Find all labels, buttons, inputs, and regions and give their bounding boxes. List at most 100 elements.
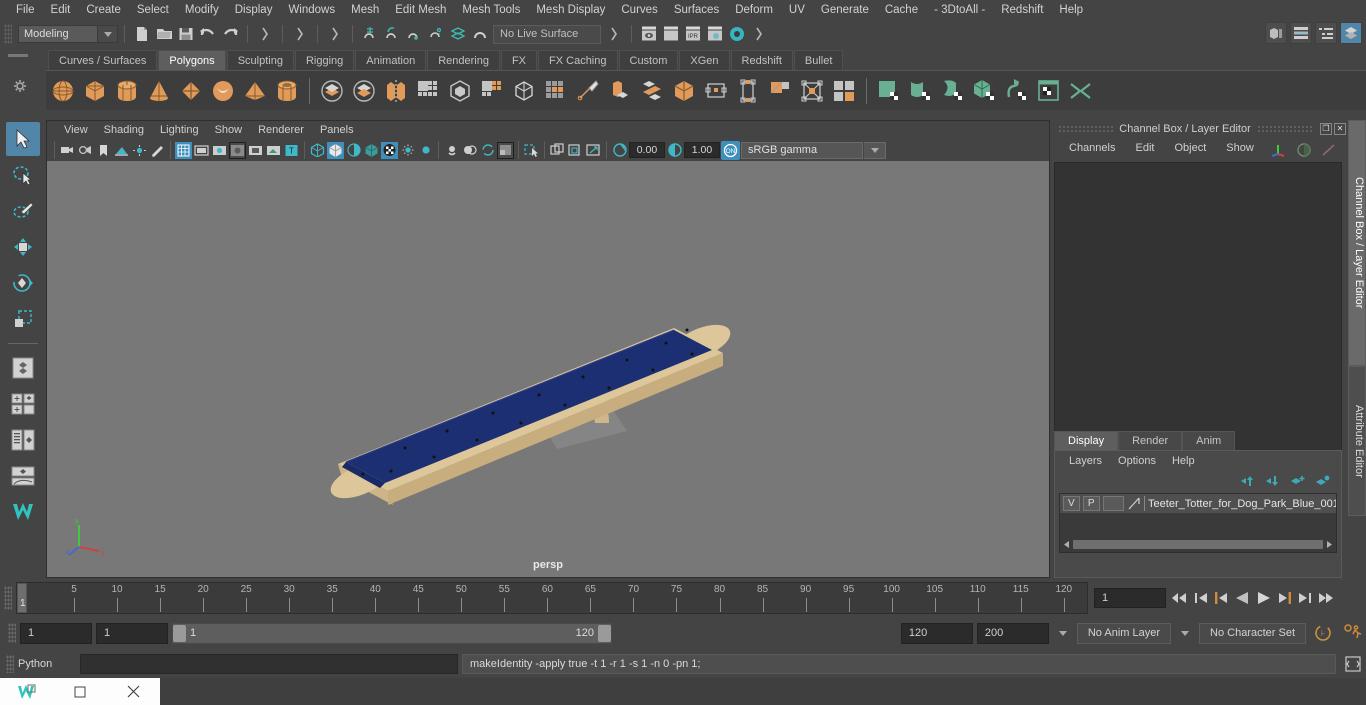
select-tool[interactable] (6, 122, 40, 156)
go-to-end-icon[interactable] (1317, 590, 1336, 606)
menu-item-edit[interactable]: Edit (43, 0, 79, 20)
save-scene-icon[interactable] (175, 23, 197, 45)
viewport-menu-lighting[interactable]: Lighting (153, 121, 206, 139)
range-slider-left-handle[interactable] (173, 624, 186, 642)
teeter-totter-model[interactable] (47, 161, 1049, 577)
lasso-select-tool[interactable] (6, 158, 40, 192)
layout-single-pane[interactable] (6, 351, 40, 385)
view-transform-field[interactable]: sRGB gamma (741, 141, 863, 159)
maya-app-icon[interactable] (0, 678, 53, 705)
motion-blur-icon[interactable] (443, 142, 460, 159)
open-scene-icon[interactable] (153, 23, 175, 45)
select-by-hierarchy-icon[interactable] (254, 23, 276, 45)
play-forwards-icon[interactable] (1255, 590, 1273, 606)
layer-menu-help[interactable]: Help (1164, 455, 1203, 467)
attribute-editor-icon[interactable] (1290, 22, 1312, 44)
scroll-left-icon[interactable] (1062, 540, 1071, 549)
bookmark-icon[interactable] (95, 142, 112, 159)
render-sequence-icon[interactable] (660, 23, 682, 45)
menu-item-3dtoall[interactable]: - 3DtoAll - (926, 0, 993, 20)
xray-icon[interactable] (247, 142, 264, 159)
exposure-icon[interactable] (611, 142, 628, 159)
uv-automatic-icon[interactable] (970, 75, 1000, 107)
close-icon[interactable]: ✕ (1334, 122, 1346, 135)
time-slider[interactable]: 1 5 10 15 20 25 30 35 40 45 50 55 60 65 70 75 80 85 90 95 1… (16, 582, 1088, 614)
vtab-attribute-editor[interactable]: Attribute Editor (1348, 366, 1366, 516)
move-tool[interactable] (6, 230, 40, 264)
time-slider-grip[interactable] (4, 586, 12, 610)
shadows-icon[interactable] (399, 142, 416, 159)
poly-plane-icon[interactable] (176, 75, 206, 107)
playback-start-time-field[interactable]: 1 (96, 622, 168, 644)
append-polygon-icon[interactable] (637, 75, 667, 107)
film-gate-icon[interactable] (193, 142, 210, 159)
menu-item-display[interactable]: Display (227, 0, 281, 20)
snap-magnet-icon[interactable] (469, 23, 491, 45)
layer-row[interactable]: V P Teeter_Totter_for_Dog_Park_Blue_001 (1060, 494, 1336, 513)
shelf-tab-rendering[interactable]: Rendering (427, 50, 500, 70)
redo-icon[interactable] (219, 23, 241, 45)
gamma-icon[interactable] (666, 142, 683, 159)
vtab-channel-box-layer-editor[interactable]: Channel Box / Layer Editor (1348, 120, 1366, 366)
viewport-menu-renderer[interactable]: Renderer (251, 121, 311, 139)
target-weld-icon[interactable] (701, 75, 731, 107)
range-slider-right-handle[interactable] (598, 624, 611, 642)
shelf-tab-custom[interactable]: Custom (618, 50, 679, 70)
range-slider[interactable]: 1 120 (172, 622, 612, 644)
shelf-tab-bullet[interactable]: Bullet (793, 50, 844, 70)
resolution-gate-icon[interactable] (211, 142, 228, 159)
shelf-tab-polygons[interactable]: Polygons (158, 50, 226, 70)
command-input[interactable] (80, 654, 458, 674)
menu-item-redshift[interactable]: Redshift (993, 0, 1051, 20)
scroll-right-icon[interactable] (1325, 540, 1334, 549)
view-transform-toggle-icon[interactable]: ON (721, 140, 740, 160)
shelf-tab-xgen[interactable]: XGen (679, 50, 730, 70)
animation-end-time-field[interactable]: 200 (976, 622, 1049, 644)
play-backwards-icon[interactable] (1233, 590, 1251, 606)
range-bar-grip[interactable] (8, 623, 16, 643)
uv-layout-icon[interactable] (1034, 75, 1064, 107)
playback-end-time-field[interactable]: 120 (900, 622, 973, 644)
menu-item-deform[interactable]: Deform (727, 0, 781, 20)
menu-item-curves[interactable]: Curves (613, 0, 665, 20)
layer-color-swatch[interactable] (1102, 496, 1125, 511)
poly-pipe-icon[interactable] (272, 75, 302, 107)
new-layer-icon[interactable] (1290, 475, 1306, 487)
render-settings-icon[interactable] (704, 23, 726, 45)
dock-grip-left[interactable] (1058, 125, 1114, 132)
shelf-tab-animation[interactable]: Animation (355, 50, 427, 70)
poly-cube-icon[interactable] (80, 75, 110, 107)
select-by-component-icon[interactable] (324, 23, 346, 45)
use-default-material-icon[interactable] (363, 142, 380, 159)
two-sided-lighting-icon[interactable] (131, 142, 148, 159)
chamfer-vertex-icon[interactable] (797, 75, 827, 107)
channelbox-menu-object[interactable]: Object (1165, 142, 1215, 154)
menu-item-surfaces[interactable]: Surfaces (666, 0, 727, 20)
anim-layer-dropdown-arrow[interactable] (1053, 623, 1073, 643)
current-time-indicator[interactable]: 1 (17, 583, 27, 613)
wireframe-shaded-icon[interactable] (309, 142, 326, 159)
viewport-3d[interactable]: y x z persp (47, 161, 1049, 577)
select-by-object-icon[interactable] (289, 23, 311, 45)
script-editor-icon[interactable] (1340, 653, 1366, 675)
fill-hole-icon[interactable] (669, 75, 699, 107)
xray-shading-icon[interactable] (381, 141, 398, 159)
menu-item-modify[interactable]: Modify (177, 0, 227, 20)
menu-item-edit-mesh[interactable]: Edit Mesh (387, 0, 454, 20)
extrude-icon[interactable] (509, 75, 539, 107)
menu-item-mesh[interactable]: Mesh (343, 0, 387, 20)
outliner-icon[interactable] (1315, 22, 1337, 44)
exposure-value[interactable]: 0.00 (629, 142, 665, 158)
layer-list-scrollbar[interactable] (1062, 539, 1334, 550)
gate-mask-icon[interactable] (229, 141, 246, 159)
smooth-icon[interactable] (445, 75, 475, 107)
auto-keyframe-icon[interactable]: ⊦ (1310, 622, 1336, 644)
dock-grip-right[interactable] (1256, 125, 1312, 132)
combine-icon[interactable] (381, 75, 411, 107)
menu-item-cache[interactable]: Cache (877, 0, 926, 20)
poly-cylinder-icon[interactable] (112, 75, 142, 107)
reduce-icon[interactable] (829, 75, 859, 107)
menu-item-create[interactable]: Create (78, 0, 129, 20)
tab-anim[interactable]: Anim (1182, 431, 1236, 450)
poly-pyramid-icon[interactable] (240, 75, 270, 107)
